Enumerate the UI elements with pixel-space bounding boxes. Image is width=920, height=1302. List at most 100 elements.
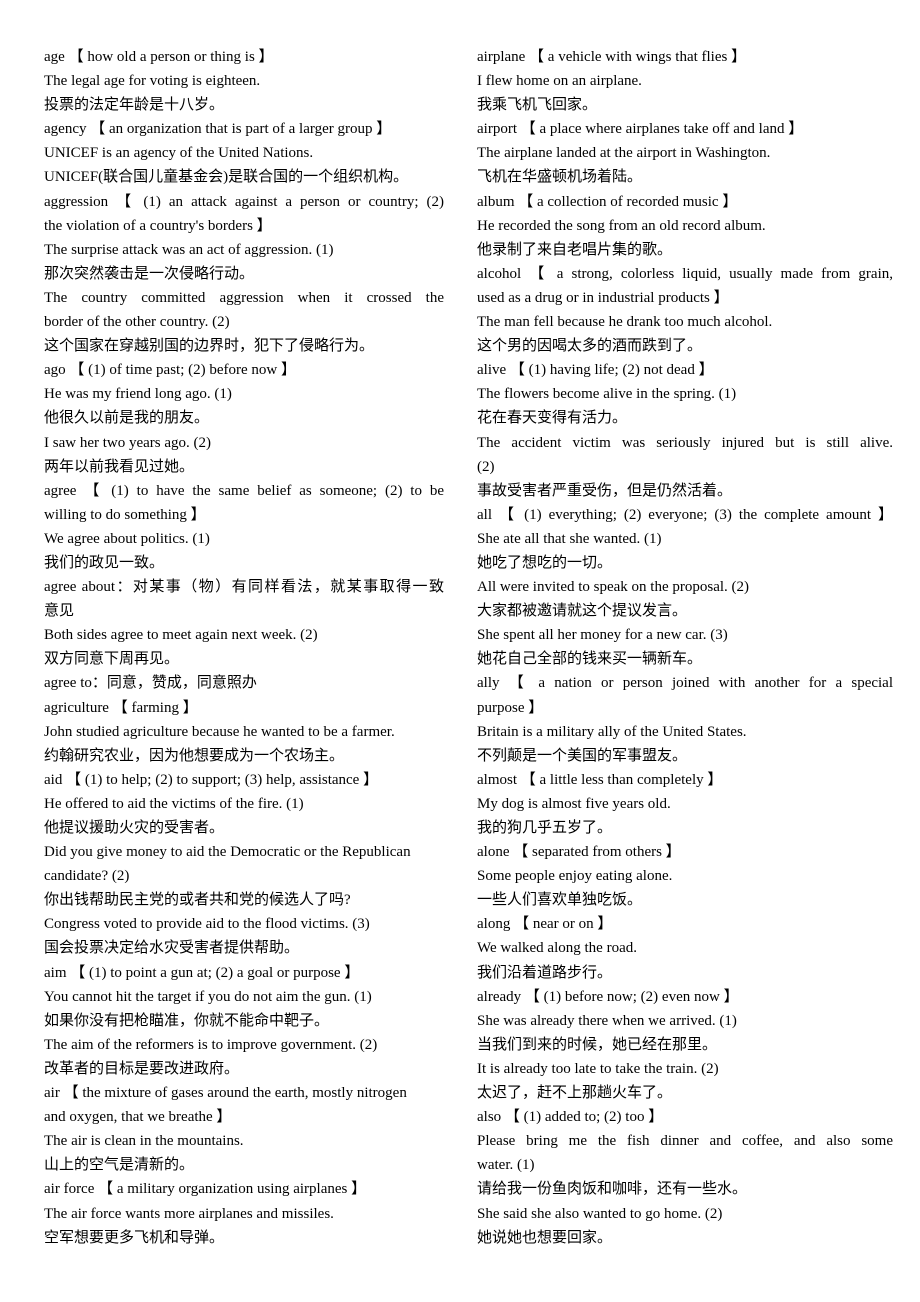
text-line: She was already there when we arrived. (… <box>477 1012 737 1029</box>
text-line: alcohol 【 a strong, colorless liquid, us… <box>477 265 893 282</box>
text-line: 她吃了想吃的一切。 <box>477 554 613 571</box>
text-line: 你出钱帮助民主党的或者共和党的候选人了吗? <box>44 892 351 909</box>
text-line: air force 【 a military organization usin… <box>44 1181 367 1198</box>
text-line: 我们的政见一致。 <box>44 554 165 571</box>
text-line: Did you give money to aid the Democratic… <box>44 844 411 861</box>
text-line: The legal age for voting is eighteen. <box>44 73 261 90</box>
text-line: 不列颠是一个美国的军事盟友。 <box>477 747 688 764</box>
text-line: Congress voted to provide aid to the flo… <box>44 916 370 933</box>
text-line: agriculture 【 farming 】 <box>44 699 198 716</box>
text-line: UNICEF(联合国儿童基金会)是联合国的一个组织机构。 <box>44 169 409 186</box>
text-line: 她说她也想要回家。 <box>477 1229 613 1246</box>
text-line: The country committed aggression when it… <box>44 289 444 306</box>
text-line: (2) <box>477 458 495 475</box>
text-line: aid 【 (1) to help; (2) to support; (3) h… <box>44 771 379 788</box>
text-line: along 【 near or on 】 <box>477 916 613 933</box>
text-line: 改革者的目标是要改进政府。 <box>44 1060 240 1077</box>
text-line: 山上的空气是清新的。 <box>44 1157 195 1174</box>
text-line: agree to：同意，赞成，同意照办 <box>44 675 257 692</box>
text-line: and oxygen, that we breathe 】 <box>44 1109 232 1126</box>
text-line: My dog is almost five years old. <box>477 795 671 812</box>
text-line: 投票的法定年龄是十八岁。 <box>44 97 225 114</box>
text-line: 这个男的因喝太多的酒而跌到了。 <box>477 338 703 355</box>
text-line: The aim of the reformers is to improve g… <box>44 1036 378 1053</box>
text-line: The air is clean in the mountains. <box>44 1133 244 1150</box>
text-line: age 【 how old a person or thing is 】 <box>44 49 274 65</box>
text-line: 一些人们喜欢单独吃饭。 <box>477 892 643 909</box>
text-line: purpose 】 <box>477 699 544 716</box>
text-line: all 【 (1) everything; (2) everyone; (3) … <box>477 506 893 523</box>
text-line: 我乘飞机飞回家。 <box>477 97 598 114</box>
text-line: He recorded the song from an old record … <box>477 217 766 234</box>
text-line: 我们沿着道路步行。 <box>477 964 613 981</box>
text-line: already 【 (1) before now; (2) even now 】 <box>477 988 739 1005</box>
text-line: Some people enjoy eating alone. <box>477 868 673 885</box>
text-line: Both sides agree to meet again next week… <box>44 627 318 644</box>
text-line: Please bring me the fish dinner and coff… <box>477 1133 893 1150</box>
text-line: The man fell because he drank too much a… <box>477 314 773 331</box>
text-line: used as a drug or in industrial products… <box>477 289 729 306</box>
text-line: 国会投票决定给水灾受害者提供帮助。 <box>44 940 300 957</box>
text-line: 意见 <box>44 603 75 620</box>
text-line: 我的狗几乎五岁了。 <box>477 820 613 836</box>
text-line: agency 【 an organization that is part of… <box>44 121 392 138</box>
text-line: The air force wants more airplanes and m… <box>44 1205 334 1222</box>
text-line: 飞机在华盛顿机场着陆。 <box>477 169 643 186</box>
text-line: 大家都被邀请就这个提议发言。 <box>477 603 688 620</box>
text-line: almost 【 a little less than completely 】 <box>477 771 723 788</box>
text-line: 他很久以前是我的朋友。 <box>44 410 210 427</box>
text-line: She spent all her money for a new car. (… <box>477 627 728 644</box>
text-line: She said she also wanted to go home. (2) <box>477 1205 723 1222</box>
text-line: aim 【 (1) to point a gun at; (2) a goal … <box>44 964 360 981</box>
text-line: All were invited to speak on the proposa… <box>477 579 750 596</box>
text-line: border of the other country. (2) <box>44 314 230 331</box>
text-line: 他提议援助火灾的受害者。 <box>44 820 225 836</box>
text-line: She ate all that she wanted. (1) <box>477 530 662 547</box>
text-line: 空军想要更多飞机和导弹。 <box>44 1229 225 1246</box>
text-line: We agree about politics. (1) <box>44 530 210 547</box>
text-line: 这个国家在穿越别国的边界时，犯下了侵略行为。 <box>44 338 375 355</box>
text-line: Britain is a military ally of the United… <box>477 723 747 740</box>
text-line: 如果你没有把枪瞄准，你就不能命中靶子。 <box>44 1012 330 1029</box>
text-line: agree 【 (1) to have the same belief as s… <box>44 482 444 499</box>
text-line: 他录制了来自老唱片集的歌。 <box>477 241 673 258</box>
text-line: 她花自己全部的钱来买一辆新车。 <box>477 651 703 668</box>
text-line: also 【 (1) added to; (2) too 】 <box>477 1109 664 1126</box>
text-line: water. (1) <box>477 1157 535 1174</box>
text-line: The accident victim was seriously injure… <box>477 434 893 451</box>
text-line: candidate? (2) <box>44 868 130 885</box>
left-column: age 【 how old a person or thing is 】 The … <box>44 45 444 1250</box>
text-line: You cannot hit the target if you do not … <box>44 988 372 1005</box>
text-line: album 【 a collection of recorded music 】 <box>477 193 738 210</box>
text-line: ago 【 (1) of time past; (2) before now 】 <box>44 362 297 379</box>
text-line: 事故受害者严重受伤，但是仍然活着。 <box>477 482 733 499</box>
text-line: 约翰研究农业，因为他想要成为一个农场主。 <box>44 747 345 764</box>
text-line: 双方同意下周再见。 <box>44 651 180 668</box>
text-line: He offered to aid the victims of the fir… <box>44 795 304 812</box>
text-line: 花在春天变得有活力。 <box>477 410 628 427</box>
text-line: the violation of a country's borders 】 <box>44 217 272 234</box>
text-line: ally 【 a nation or person joined with an… <box>477 675 893 692</box>
text-line: 那次突然袭击是一次侵略行动。 <box>44 265 255 282</box>
text-line: He was my friend long ago. (1) <box>44 386 232 403</box>
text-line: The airplane landed at the airport in Wa… <box>477 145 771 162</box>
text-line: airport 【 a place where airplanes take o… <box>477 121 804 138</box>
right-column: airplane 【 a vehicle with wings that fli… <box>477 45 893 1250</box>
text-line: The surprise attack was an act of aggres… <box>44 241 334 258</box>
text-line: aggression 【 (1) an attack against a per… <box>44 193 444 210</box>
text-line: I flew home on an airplane. <box>477 73 642 90</box>
text-line: alone 【 separated from others 】 <box>477 844 681 861</box>
text-line: 太迟了，赶不上那趟火车了。 <box>477 1085 673 1102</box>
text-line: UNICEF is an agency of the United Nation… <box>44 145 314 162</box>
text-line: air 【 the mixture of gases around the ea… <box>44 1085 407 1102</box>
text-line: It is already too late to take the train… <box>477 1060 719 1077</box>
text-line: I saw her two years ago. (2) <box>44 434 212 451</box>
text-line: The flowers become alive in the spring. … <box>477 386 737 403</box>
text-line: agree about：对某事（物）有同样看法，就某事取得一致 <box>44 579 444 596</box>
text-line: willing to do something 】 <box>44 506 206 523</box>
text-line: John studied agriculture because he want… <box>44 723 395 740</box>
text-line: 当我们到来的时候，她已经在那里。 <box>477 1036 718 1053</box>
text-line: We walked along the road. <box>477 940 637 957</box>
text-line: 两年以前我看见过她。 <box>44 458 195 475</box>
text-line: 请给我一份鱼肉饭和咖啡，还有一些水。 <box>477 1181 748 1198</box>
